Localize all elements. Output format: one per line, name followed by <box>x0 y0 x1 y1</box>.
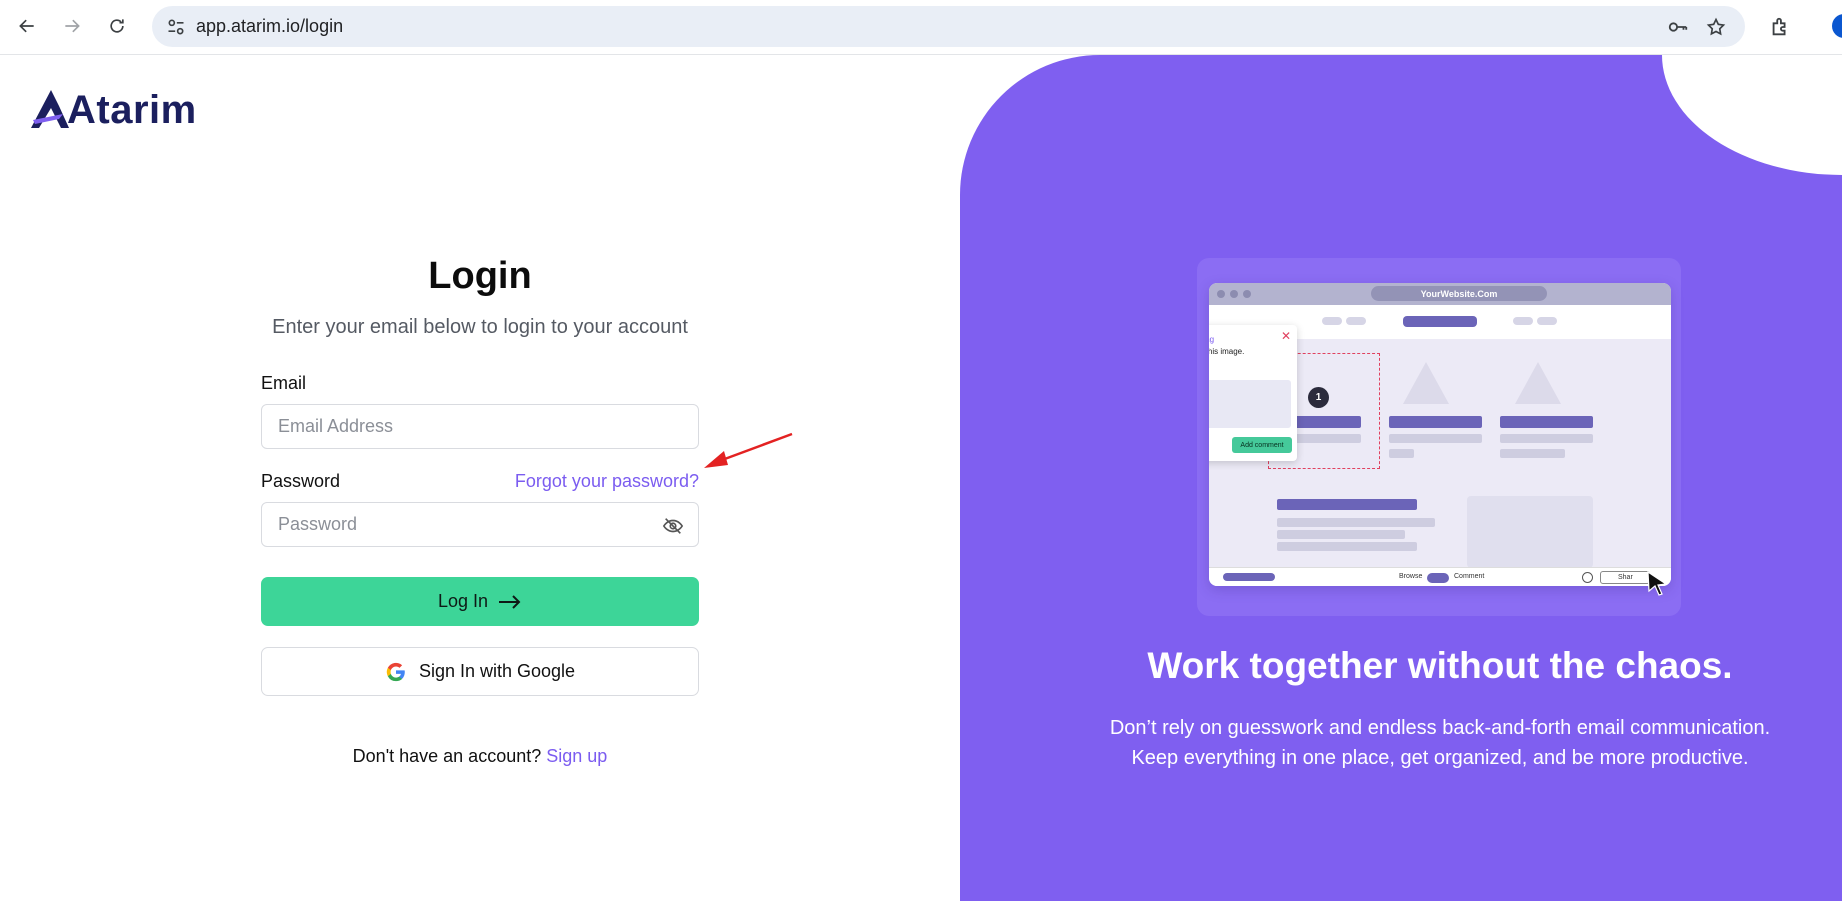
mockup-comment-card: ning e this image. ✕ Add comment <box>1209 325 1297 461</box>
email-placeholder: Email Address <box>278 416 394 436</box>
reload-icon <box>110 19 124 33</box>
extensions-icon[interactable] <box>1765 12 1795 42</box>
password-key-icon[interactable] <box>1662 6 1694 47</box>
site-settings-icon[interactable] <box>156 6 196 47</box>
mockup-comment-text: e this image. <box>1209 347 1245 356</box>
mockup-url: YourWebsite.Com <box>1371 286 1547 301</box>
arrow-right-icon <box>499 594 521 609</box>
password-field[interactable]: Password <box>261 502 699 547</box>
mockup-comment-textarea <box>1209 380 1291 428</box>
logo-text: Atarim <box>67 88 197 132</box>
page-subtitle: Enter your email below to login to your … <box>272 316 688 338</box>
mockup-browser-bar: YourWebsite.Com <box>1209 283 1671 305</box>
browser-toolbar: app.atarim.io/login <box>0 0 1842 55</box>
mockup-comment-pin: 1 <box>1308 387 1329 408</box>
forgot-password-link[interactable]: Forgot your password? <box>515 471 699 492</box>
red-arrow-annotation <box>704 432 793 468</box>
google-icon <box>386 662 405 681</box>
password-label: Password <box>261 471 341 491</box>
website-mockup-illustration: YourWebsite.Com ning e this image. ✕ Add… <box>1209 283 1671 586</box>
mockup-browse-label: Browse <box>1399 573 1423 580</box>
atarim-logo[interactable]: Atarim <box>29 86 197 130</box>
address-bar[interactable]: app.atarim.io/login <box>152 6 1745 47</box>
signup-link[interactable]: Sign up <box>546 746 607 766</box>
mockup-share-button: Shar <box>1600 571 1650 584</box>
reload-button[interactable] <box>101 10 133 42</box>
mockup-comment-label: Comment <box>1454 573 1485 580</box>
password-placeholder: Password <box>278 514 358 534</box>
promo-headline: Work together without the chaos. <box>1147 645 1733 686</box>
arrow-left-icon <box>19 19 34 33</box>
google-signin-button[interactable]: Sign In with Google <box>261 647 699 696</box>
mockup-user-icon <box>1582 572 1593 583</box>
login-button[interactable]: Log In <box>261 577 699 626</box>
mockup-share-label: Shar <box>1618 574 1633 581</box>
mockup-toggle <box>1427 573 1449 583</box>
url-text[interactable]: app.atarim.io/login <box>196 16 343 37</box>
back-button[interactable] <box>11 10 43 42</box>
promo-description: Don’t rely on guesswork and endless back… <box>960 713 1842 773</box>
login-form: Login Enter your email below to login to… <box>261 255 699 767</box>
mouse-cursor-icon <box>1647 570 1668 596</box>
login-button-label: Log In <box>437 591 489 611</box>
email-field[interactable]: Email Address <box>261 404 699 449</box>
bookmark-star-icon[interactable] <box>1700 6 1732 47</box>
promo-description-line-2: Keep everything in one place, get organi… <box>1131 747 1749 769</box>
password-label-row: Password Forgot your password? <box>261 471 699 492</box>
signup-prompt: Don't have an account? <box>352 746 542 766</box>
signup-row: Don't have an account? Sign up <box>261 746 699 767</box>
mockup-add-comment-button: Add comment <box>1232 437 1292 453</box>
email-label: Email <box>261 373 307 393</box>
google-button-label: Sign In with Google <box>418 661 576 681</box>
mockup-bottom-bar: Browse Comment Shar <box>1209 567 1671 586</box>
promo-description-line-1: Don’t rely on guesswork and endless back… <box>1109 717 1771 739</box>
profile-avatar[interactable] <box>1832 14 1842 38</box>
eye-off-icon[interactable] <box>662 515 684 537</box>
close-icon: ✕ <box>1280 329 1291 343</box>
mockup-comment-heading: ning <box>1209 335 1215 344</box>
arrow-right-icon <box>65 19 80 33</box>
page-title: Login <box>428 255 532 297</box>
forward-button[interactable] <box>56 10 88 42</box>
